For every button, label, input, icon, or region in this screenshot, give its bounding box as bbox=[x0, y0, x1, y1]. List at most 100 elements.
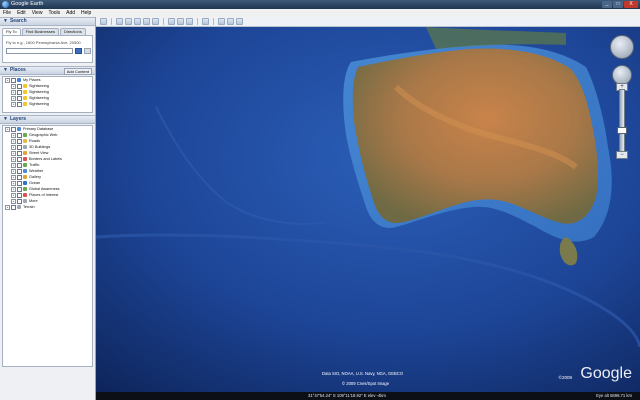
visibility-checkbox[interactable] bbox=[17, 192, 22, 198]
layer-folder-icon bbox=[23, 145, 27, 149]
pointer-coordinates: 31°47'54.24" S 109°11'18.92" E elev -4km bbox=[308, 393, 386, 398]
menu-edit[interactable]: Edit bbox=[14, 9, 29, 17]
visibility-checkbox[interactable] bbox=[17, 132, 22, 138]
visibility-checkbox[interactable] bbox=[17, 180, 22, 186]
expand-toggle-icon[interactable]: + bbox=[11, 101, 16, 107]
expand-toggle-icon[interactable]: + bbox=[11, 198, 16, 204]
email-icon[interactable] bbox=[218, 18, 225, 25]
expand-toggle-icon[interactable]: + bbox=[11, 95, 16, 101]
visibility-checkbox[interactable] bbox=[17, 138, 22, 144]
expand-toggle-icon[interactable]: + bbox=[11, 174, 16, 180]
toolbar-separator bbox=[111, 18, 112, 25]
add-content-button[interactable]: Add Content bbox=[63, 68, 92, 75]
google-earth-app-icon bbox=[2, 1, 9, 8]
visibility-checkbox[interactable] bbox=[17, 89, 22, 95]
layers-item[interactable]: + Terrain bbox=[3, 204, 92, 210]
zoom-slider[interactable] bbox=[619, 89, 625, 153]
expand-toggle-icon[interactable]: + bbox=[11, 192, 16, 198]
layer-folder-icon bbox=[17, 127, 21, 131]
visibility-checkbox[interactable] bbox=[17, 101, 22, 107]
expand-toggle-icon[interactable]: + bbox=[11, 150, 16, 156]
layer-folder-icon bbox=[23, 169, 27, 173]
expand-toggle-icon[interactable]: + bbox=[11, 89, 16, 95]
search-go-icon[interactable] bbox=[75, 48, 82, 54]
tab-directions[interactable]: Directions bbox=[59, 28, 86, 35]
visibility-checkbox[interactable] bbox=[11, 204, 16, 210]
zoom-out-button[interactable]: − bbox=[616, 151, 628, 159]
visibility-checkbox[interactable] bbox=[17, 83, 22, 89]
layer-folder-icon bbox=[23, 181, 27, 185]
layers-panel-header[interactable]: ▼ Layers bbox=[0, 115, 95, 124]
layer-folder-icon bbox=[17, 205, 21, 209]
search-box: Fly to e.g., 1600 Pennsylvania Ave, 2050… bbox=[2, 35, 93, 63]
layer-folder-icon bbox=[23, 157, 27, 161]
visibility-checkbox[interactable] bbox=[17, 144, 22, 150]
planets-icon[interactable] bbox=[186, 18, 193, 25]
placemark-icon[interactable] bbox=[116, 18, 123, 25]
layers-item-label: Terrain bbox=[23, 205, 35, 209]
menu-add[interactable]: Add bbox=[63, 9, 78, 17]
expand-toggle-icon[interactable]: + bbox=[5, 204, 10, 210]
add-favorite-icon[interactable] bbox=[84, 48, 91, 54]
expand-toggle-icon[interactable]: + bbox=[11, 144, 16, 150]
visibility-checkbox[interactable] bbox=[17, 150, 22, 156]
expand-toggle-icon[interactable]: + bbox=[11, 132, 16, 138]
expand-toggle-icon[interactable]: + bbox=[5, 126, 10, 132]
menu-help[interactable]: Help bbox=[78, 9, 94, 17]
menu-tools[interactable]: Tools bbox=[45, 9, 63, 17]
visibility-checkbox[interactable] bbox=[17, 168, 22, 174]
print-icon[interactable] bbox=[227, 18, 234, 25]
close-button[interactable]: X bbox=[624, 1, 638, 8]
visibility-checkbox[interactable] bbox=[17, 156, 22, 162]
sidebar-toggle-icon[interactable] bbox=[100, 18, 107, 25]
visibility-checkbox[interactable] bbox=[17, 186, 22, 192]
minimize-button[interactable]: _ bbox=[602, 1, 612, 8]
toolbar-separator bbox=[197, 18, 198, 25]
eye-altitude: Eye alt 5898.71 km bbox=[596, 393, 632, 398]
visibility-checkbox[interactable] bbox=[17, 162, 22, 168]
layer-folder-icon bbox=[23, 96, 27, 100]
expand-toggle-icon[interactable]: + bbox=[11, 83, 16, 89]
historical-imagery-icon[interactable] bbox=[168, 18, 175, 25]
expand-toggle-icon[interactable]: + bbox=[11, 186, 16, 192]
expand-toggle-icon[interactable]: + bbox=[11, 180, 16, 186]
places-header-label: Places bbox=[9, 67, 26, 73]
maximize-button[interactable]: □ bbox=[613, 1, 623, 8]
record-tour-icon[interactable] bbox=[152, 18, 159, 25]
layer-folder-icon bbox=[23, 102, 27, 106]
visibility-checkbox[interactable] bbox=[17, 174, 22, 180]
tab-find-businesses[interactable]: Find Businesses bbox=[21, 28, 59, 35]
imagery-credit: Data SIO, NOAA, U.S. Navy, NGA, GEBCO bbox=[322, 371, 404, 376]
expand-toggle-icon[interactable]: + bbox=[11, 168, 16, 174]
visibility-checkbox[interactable] bbox=[17, 198, 22, 204]
expand-toggle-icon[interactable]: + bbox=[11, 138, 16, 144]
layer-folder-icon bbox=[23, 187, 27, 191]
globe-imagery bbox=[96, 27, 640, 400]
visibility-checkbox[interactable] bbox=[11, 77, 16, 83]
move-joystick[interactable] bbox=[612, 65, 632, 85]
path-icon[interactable] bbox=[134, 18, 141, 25]
tab-fly-to[interactable]: Fly To bbox=[2, 28, 21, 35]
zoom-slider-knob[interactable] bbox=[617, 127, 627, 134]
ruler-icon[interactable] bbox=[202, 18, 209, 25]
places-panel-header[interactable]: ▼ Places Add Content bbox=[0, 66, 95, 75]
expand-toggle-icon[interactable]: + bbox=[5, 77, 10, 83]
image-overlay-icon[interactable] bbox=[143, 18, 150, 25]
expand-toggle-icon[interactable]: + bbox=[11, 156, 16, 162]
search-input[interactable] bbox=[6, 48, 73, 54]
polygon-icon[interactable] bbox=[125, 18, 132, 25]
layers-tree: + Primary Database + Geographic Web + Roads +3… bbox=[2, 125, 93, 367]
menu-view[interactable]: View bbox=[29, 9, 46, 17]
visibility-checkbox[interactable] bbox=[17, 95, 22, 101]
search-panel-header[interactable]: ▼ Search bbox=[0, 17, 95, 26]
look-joystick[interactable] bbox=[610, 35, 634, 59]
expand-toggle-icon[interactable]: + bbox=[11, 162, 16, 168]
toolbar bbox=[96, 17, 640, 27]
earth-view[interactable]: + − Data SIO, NOAA, U.S. Navy, NGA, GEBC… bbox=[96, 27, 640, 400]
menu-file[interactable]: File bbox=[0, 9, 14, 17]
places-item[interactable]: + Sightseeing bbox=[3, 101, 92, 107]
visibility-checkbox[interactable] bbox=[11, 126, 16, 132]
layers-header-label: Layers bbox=[9, 116, 27, 122]
sun-icon[interactable] bbox=[177, 18, 184, 25]
view-in-maps-icon[interactable] bbox=[236, 18, 243, 25]
